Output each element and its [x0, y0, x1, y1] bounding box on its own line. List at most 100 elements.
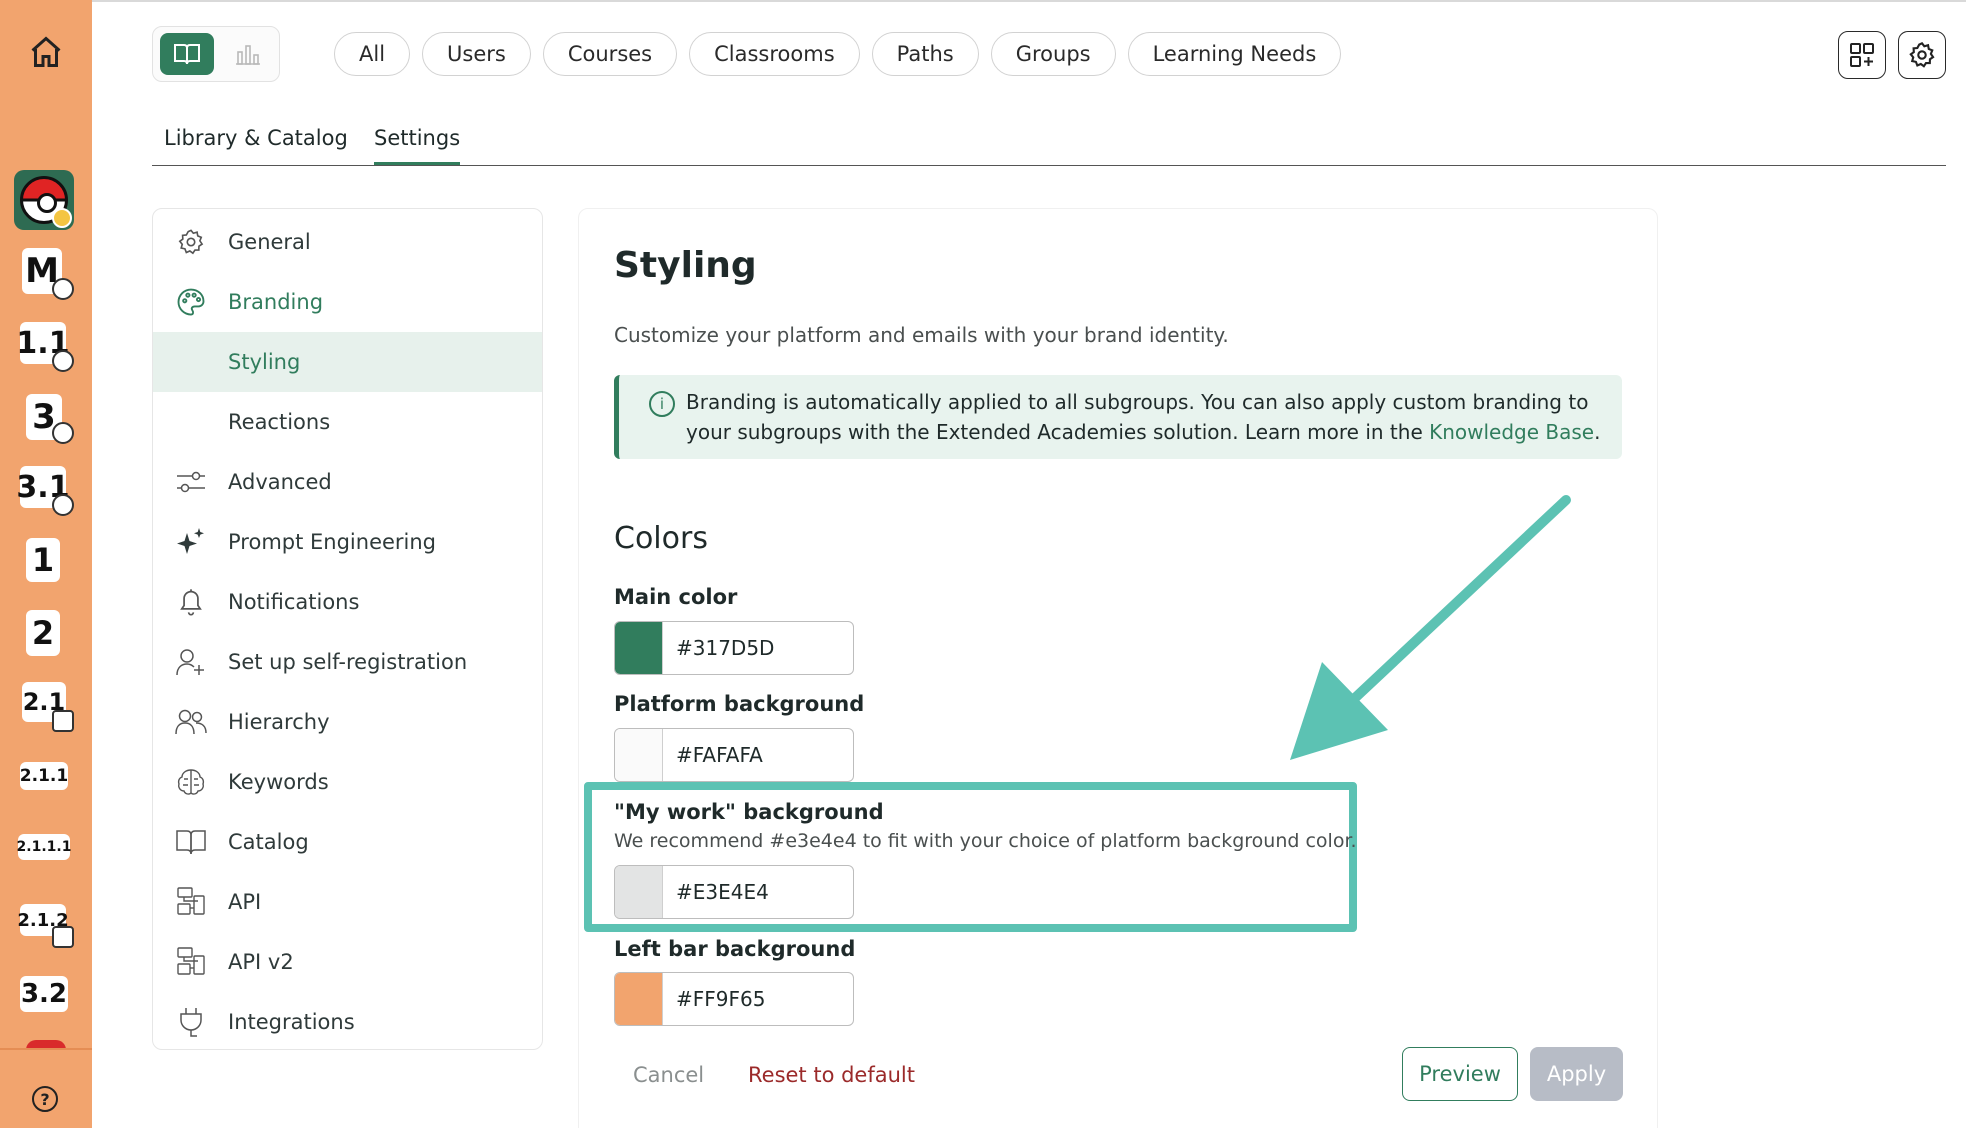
sidebar-item-label: Branding	[228, 290, 324, 314]
my-work-background-hint: We recommend #e3e4e4 to fit with your ch…	[614, 830, 1357, 852]
rail-chip[interactable]: 1	[26, 538, 60, 582]
rail-chip[interactable]: 3.2	[20, 976, 68, 1012]
knowledge-base-link[interactable]: Knowledge Base	[1429, 420, 1594, 444]
app-logo[interactable]	[14, 170, 74, 230]
lock-icon	[52, 710, 74, 732]
reset-to-default-button[interactable]: Reset to default	[748, 1063, 915, 1087]
brain-icon	[175, 766, 207, 798]
pill-learning-needs[interactable]: Learning Needs	[1127, 32, 1342, 76]
sidebar-item-self-registration[interactable]: Set up self-registration	[153, 632, 542, 692]
help-icon[interactable]: ?	[32, 1086, 58, 1112]
tab-library-catalog[interactable]: Library & Catalog	[164, 126, 348, 162]
bell-icon	[175, 586, 207, 618]
home-icon[interactable]	[28, 34, 64, 70]
settings-button[interactable]	[1898, 31, 1946, 79]
sidebar-item-api-v2[interactable]: API v2	[153, 932, 542, 992]
left-bar-background-value: #FF9F65	[676, 987, 766, 1011]
top-divider	[92, 0, 1966, 2]
tab-settings[interactable]: Settings	[374, 126, 461, 165]
page-subtitle: Customize your platform and emails with …	[614, 323, 1229, 347]
sparkle-icon	[175, 526, 207, 558]
platform-background-input[interactable]: #FAFAFA	[614, 728, 854, 782]
pill-all[interactable]: All	[334, 32, 411, 76]
view-toggle	[152, 26, 280, 82]
add-widget-button[interactable]	[1838, 31, 1886, 79]
filter-pills: All Users Courses Classrooms Paths Group…	[334, 32, 1342, 76]
rail-chip[interactable]: 2	[26, 610, 60, 656]
sidebar-item-label: API	[228, 890, 262, 914]
book-icon	[175, 826, 207, 858]
grid-plus-icon	[1850, 43, 1874, 67]
lock-icon	[52, 926, 74, 948]
sidebar-item-prompt-engineering[interactable]: Prompt Engineering	[153, 512, 542, 572]
pill-groups[interactable]: Groups	[990, 32, 1116, 76]
sidebar-item-label: Prompt Engineering	[228, 530, 437, 554]
gear-icon	[175, 226, 207, 258]
pill-classrooms[interactable]: Classrooms	[689, 32, 860, 76]
info-icon: i	[649, 391, 675, 417]
sidebar-item-catalog[interactable]: Catalog	[153, 812, 542, 872]
clock-icon	[52, 350, 74, 372]
left-bar-background-swatch[interactable]	[615, 973, 663, 1025]
pill-paths[interactable]: Paths	[871, 32, 979, 76]
sidebar-item-hierarchy[interactable]: Hierarchy	[153, 692, 542, 752]
main-color-input[interactable]: #317D5D	[614, 621, 854, 675]
book-icon	[174, 44, 200, 65]
my-work-background-label: "My work" background	[614, 800, 884, 824]
palette-icon	[175, 286, 207, 318]
platform-background-label: Platform background	[614, 692, 865, 716]
settings-sidebar: General Branding Styling Reactions Advan…	[152, 208, 543, 1050]
api-icon	[175, 946, 207, 978]
sidebar-item-integrations[interactable]: Integrations	[153, 992, 542, 1049]
platform-background-swatch[interactable]	[615, 729, 663, 781]
sidebar-item-label: Styling	[228, 350, 301, 374]
sidebar-item-label: Advanced	[228, 470, 332, 494]
sidebar-item-branding[interactable]: Branding	[153, 272, 542, 332]
main-color-label: Main color	[614, 585, 738, 609]
main-color-swatch[interactable]	[615, 622, 663, 674]
cancel-button[interactable]: Cancel	[633, 1063, 704, 1087]
platform-background-value: #FAFAFA	[676, 743, 763, 767]
bar-chart-icon	[236, 45, 260, 65]
pill-courses[interactable]: Courses	[542, 32, 678, 76]
sidebar-item-reactions[interactable]: Reactions	[153, 392, 542, 452]
sidebar-item-styling[interactable]: Styling	[153, 332, 542, 392]
clock-icon	[52, 278, 74, 300]
info-text: Branding is automatically applied to all…	[686, 387, 1606, 447]
left-bar-background-label: Left bar background	[614, 937, 856, 961]
preview-button[interactable]: Preview	[1402, 1047, 1518, 1101]
sidebar-item-api[interactable]: API	[153, 872, 542, 932]
sidebar-item-label: Keywords	[228, 770, 329, 794]
sidebar-item-label: General	[228, 230, 311, 254]
info-period: .	[1594, 420, 1601, 444]
main-tabs: Library & Catalog Settings	[152, 120, 1946, 166]
sidebar-item-label: Hierarchy	[228, 710, 330, 734]
analytics-view-button[interactable]	[223, 33, 273, 75]
my-work-background-input[interactable]: #E3E4E4	[614, 865, 854, 919]
sidebar-item-label: Integrations	[228, 1010, 355, 1034]
add-user-icon	[175, 646, 207, 678]
left-bar-background-input[interactable]: #FF9F65	[614, 972, 854, 1026]
sidebar-item-label: Reactions	[228, 410, 331, 434]
rail-chip[interactable]: 2.1.1.1	[17, 834, 71, 860]
sidebar-item-label: Notifications	[228, 590, 360, 614]
sliders-icon	[175, 466, 207, 498]
library-view-button[interactable]	[160, 33, 214, 75]
pill-users[interactable]: Users	[422, 32, 531, 76]
sidebar-item-advanced[interactable]: Advanced	[153, 452, 542, 512]
api-icon	[175, 886, 207, 918]
sidebar-item-notifications[interactable]: Notifications	[153, 572, 542, 632]
apply-button[interactable]: Apply	[1530, 1047, 1623, 1101]
clock-icon	[52, 494, 74, 516]
clock-icon	[52, 422, 74, 444]
users-icon	[175, 706, 207, 738]
left-rail: M 1.1 3 3.1 1 2 2.1 2.1.1 2.1.1.1 2.1.2 …	[0, 0, 92, 1128]
rail-chip[interactable]: 2.1.1	[20, 762, 68, 790]
gear-icon	[1909, 42, 1935, 68]
colors-heading: Colors	[614, 521, 708, 556]
sidebar-item-general[interactable]: General	[153, 212, 542, 272]
rail-divider	[0, 1048, 92, 1050]
annotation-arrow-icon	[1290, 495, 1571, 760]
sidebar-item-keywords[interactable]: Keywords	[153, 752, 542, 812]
my-work-background-swatch[interactable]	[615, 866, 663, 918]
